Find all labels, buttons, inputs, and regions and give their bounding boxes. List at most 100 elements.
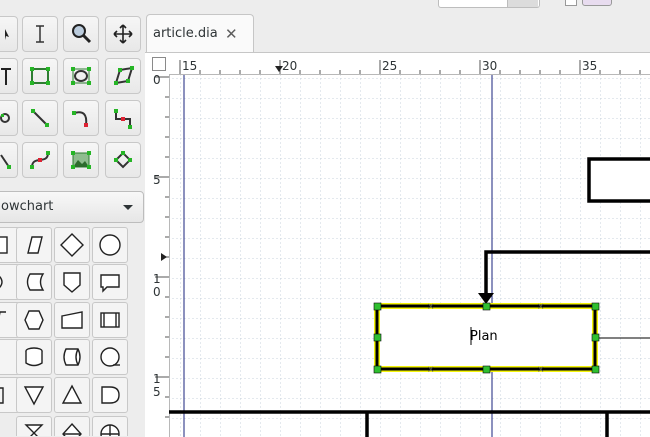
text-edit-tool-button[interactable] (22, 16, 58, 52)
sequential-storage-icon (100, 347, 120, 367)
sheet-selector[interactable]: owchart (0, 191, 144, 223)
ruler-label: 1 5 (153, 372, 161, 399)
triangle-down-icon (23, 386, 45, 406)
bezier-icon (30, 151, 50, 169)
ruler-label: 15 (182, 59, 198, 73)
ellipse-tool-button[interactable] (63, 58, 99, 94)
guides-icon[interactable] (582, 0, 612, 6)
predefined-process-icon (100, 312, 120, 328)
toolbar-strip (145, 0, 650, 14)
plan-box-label[interactable]: Plan (470, 329, 498, 344)
zoom-dropdown-button[interactable] (507, 0, 538, 7)
shape-connector[interactable] (92, 227, 128, 263)
vertical-ruler: 0 5 1 0 1 5 (152, 74, 170, 437)
bezier-tool-button[interactable] (22, 142, 58, 178)
stored-data-icon (26, 273, 45, 291)
ruler-label: 5 (153, 173, 161, 187)
shape-direct-access[interactable] (54, 339, 90, 375)
svg-text:×: × (427, 365, 435, 375)
ruler-label: 25 (382, 59, 398, 73)
image-tool-button[interactable] (63, 142, 99, 178)
shape-document[interactable] (92, 264, 128, 300)
ruler-label: 0 (153, 73, 161, 87)
ruler-label: 1 0 (153, 272, 161, 299)
pointer-tool-button[interactable] (0, 16, 18, 52)
text-tool-icon (1, 68, 11, 85)
ruler-corner-toggle[interactable] (152, 57, 166, 71)
diagram-canvas-area[interactable]: 15 20 25 30 35 0 5 1 0 1 5 × × × × Plan (145, 52, 650, 437)
scroll-tool-button[interactable] (105, 16, 141, 52)
zigzag-tool-button[interactable] (105, 100, 141, 136)
parallelogram-icon (27, 236, 43, 254)
shape-stored-data[interactable] (16, 264, 52, 300)
grid (169, 75, 650, 437)
text-cursor-icon (36, 25, 44, 43)
horizontal-ruler-ticks (179, 60, 641, 74)
polyline-icon (0, 154, 11, 169)
trapezoid-icon (61, 311, 83, 329)
magnify-tool-button[interactable] (63, 16, 99, 52)
shape-preparation[interactable] (16, 302, 52, 338)
sort-icon (62, 422, 82, 436)
shape-data[interactable] (16, 227, 52, 263)
line-icon (31, 109, 49, 127)
magnify-icon (72, 24, 92, 44)
horizontal-ruler: 15 20 25 30 35 (169, 58, 650, 75)
delay-shape-icon (101, 386, 120, 404)
shape-magnetic-disk[interactable] (16, 339, 52, 375)
shape-predefined-process[interactable] (92, 302, 128, 338)
tab-article-dia[interactable]: article.dia ✕ (146, 14, 254, 52)
shape-delay[interactable] (92, 377, 128, 413)
shape-offpage[interactable] (54, 264, 90, 300)
shape-sort[interactable] (54, 416, 90, 436)
ruler-label: 20 (282, 59, 298, 73)
arc-tool-button[interactable] (63, 100, 99, 136)
box-tool-button[interactable] (22, 58, 58, 94)
sheet-selector-value: owchart (1, 199, 54, 214)
shape-collate[interactable] (16, 416, 52, 436)
hexagon-icon (24, 310, 44, 330)
snap-icon[interactable] (565, 0, 577, 6)
shape-extract[interactable] (54, 377, 90, 413)
ellipse-icon (71, 67, 91, 85)
document-shape-icon (100, 274, 120, 293)
beziergon-tool-button[interactable] (0, 100, 18, 136)
svg-text:×: × (537, 302, 545, 312)
flowchart-box[interactable] (587, 157, 650, 203)
text-tool-button[interactable] (0, 58, 18, 94)
tab-label: article.dia (153, 26, 218, 41)
shape-merge[interactable] (16, 377, 52, 413)
arc-icon (72, 111, 88, 127)
polygon-tool-button[interactable] (105, 58, 141, 94)
diamond-icon (60, 233, 84, 257)
horizontal-cylinder-icon (63, 348, 81, 366)
diagram-drawing[interactable]: × × × × (169, 75, 650, 437)
shape-decision[interactable] (54, 227, 90, 263)
ruler-label: 35 (582, 59, 598, 73)
ruler-label: 30 (482, 59, 498, 73)
line-tool-button[interactable] (22, 100, 58, 136)
svg-text:×: × (427, 302, 435, 312)
beziergon-icon (0, 113, 10, 123)
circle-icon (99, 234, 121, 256)
shape-sequential-storage[interactable] (92, 339, 128, 375)
offpage-icon (63, 272, 81, 293)
triangle-up-icon (61, 384, 83, 404)
polygon-icon (114, 66, 134, 85)
pointer-icon (5, 29, 9, 40)
svg-text:×: × (537, 365, 545, 375)
outline-tool-button[interactable] (105, 142, 141, 178)
summing-junction-icon (100, 424, 120, 436)
chevron-down-icon (123, 205, 133, 210)
outline-icon (114, 151, 132, 169)
box-icon (30, 67, 50, 85)
toolbox: owchart (0, 0, 145, 436)
image-icon (71, 151, 91, 169)
cylinder-icon (25, 347, 43, 367)
collate-icon (24, 424, 44, 436)
close-icon[interactable]: ✕ (225, 25, 238, 43)
shape-summing-junction[interactable] (92, 416, 128, 436)
shape-manual-operation[interactable] (54, 302, 90, 338)
move-icon (113, 24, 133, 44)
polyline-tool-button[interactable] (0, 142, 18, 178)
